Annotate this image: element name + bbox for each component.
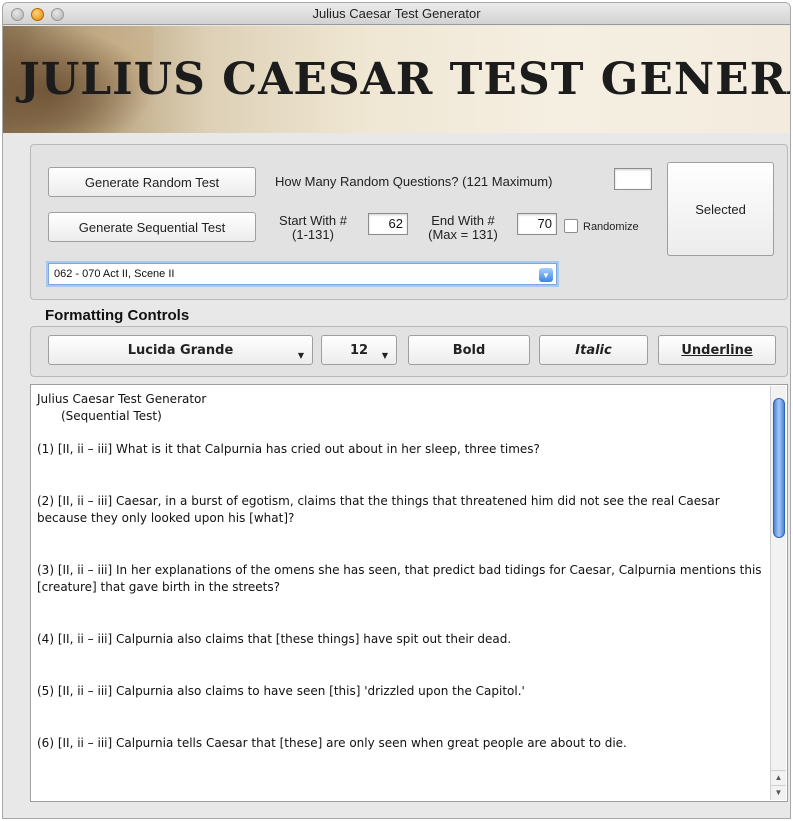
app-window: Julius Caesar Test Generator JULIUS CAES… — [2, 2, 791, 819]
question-item: (4) [II, ii – iii] Calpurnia also claims… — [37, 632, 512, 646]
end-with-label-line2: (Max = 131) — [428, 227, 498, 242]
start-with-label-line2: (1-131) — [292, 227, 334, 242]
scrollbar-thumb[interactable] — [773, 398, 785, 538]
banner-title: JULIUS CAESAR TEST GENERATOR — [19, 54, 790, 105]
chevron-down-icon: ▼ — [381, 351, 388, 360]
question-item: (1) [II, ii – iii] What is it that Calpu… — [37, 442, 540, 456]
window-title: Julius Caesar Test Generator — [312, 6, 481, 21]
random-count-prompt: How Many Random Questions? (121 Maximum) — [275, 174, 553, 189]
range-selection-value: 062 - 070 Act II, Scene II — [54, 268, 175, 280]
title-bar: Julius Caesar Test Generator — [3, 3, 790, 25]
end-with-label-line1: End With # — [431, 213, 495, 228]
randomize-label: Randomize — [583, 221, 639, 233]
font-size-value: 12 — [349, 342, 369, 358]
bold-button[interactable]: Bold — [408, 335, 530, 365]
random-count-field[interactable] — [614, 168, 652, 190]
end-with-field[interactable]: 70 — [517, 213, 557, 235]
header-banner: JULIUS CAESAR TEST GENERATOR — [3, 26, 790, 133]
document-subtitle: (Sequential Test) — [61, 409, 162, 423]
scroll-down-arrow-icon[interactable]: ▼ — [771, 785, 786, 799]
start-with-field[interactable]: 62 — [368, 213, 408, 235]
vertical-scrollbar[interactable]: ▲ ▼ — [770, 386, 786, 800]
test-output-text-area[interactable]: Julius Caesar Test Generator (Sequential… — [30, 384, 788, 802]
formatting-controls-heading: Formatting Controls — [45, 307, 190, 324]
question-item: (5) [II, ii – iii] Calpurnia also claims… — [37, 684, 525, 698]
randomize-checkbox[interactable] — [564, 219, 578, 233]
font-family-popup[interactable]: Lucida Grande ▼ — [48, 335, 313, 365]
italic-button[interactable]: Italic — [539, 335, 648, 365]
font-family-value: Lucida Grande — [127, 342, 234, 358]
question-item: (2) [II, ii – iii] Caesar, in a burst of… — [37, 494, 720, 525]
underline-button[interactable]: Underline — [658, 335, 776, 365]
selected-button[interactable]: Selected — [667, 162, 774, 256]
question-item: (3) [II, ii – iii] In her explanations o… — [37, 563, 762, 594]
question-item: (6) [II, ii – iii] Calpurnia tells Caesa… — [37, 736, 627, 750]
document-title: Julius Caesar Test Generator — [37, 392, 207, 406]
chevron-down-icon: ▼ — [297, 351, 304, 360]
start-with-label-line1: Start With # — [279, 213, 347, 228]
generate-random-test-button[interactable]: Generate Random Test — [48, 167, 256, 197]
chevron-down-icon: ▼ — [539, 268, 553, 282]
test-output-content: Julius Caesar Test Generator (Sequential… — [37, 391, 767, 787]
start-with-label: Start With # (1-131) — [265, 214, 361, 242]
generate-sequential-test-button[interactable]: Generate Sequential Test — [48, 212, 256, 242]
scroll-up-arrow-icon[interactable]: ▲ — [771, 770, 786, 784]
font-size-popup[interactable]: 12 ▼ — [321, 335, 397, 365]
range-selection-dropdown[interactable]: 062 - 070 Act II, Scene II ▼ — [48, 263, 557, 285]
end-with-label: End With # (Max = 131) — [415, 214, 511, 242]
